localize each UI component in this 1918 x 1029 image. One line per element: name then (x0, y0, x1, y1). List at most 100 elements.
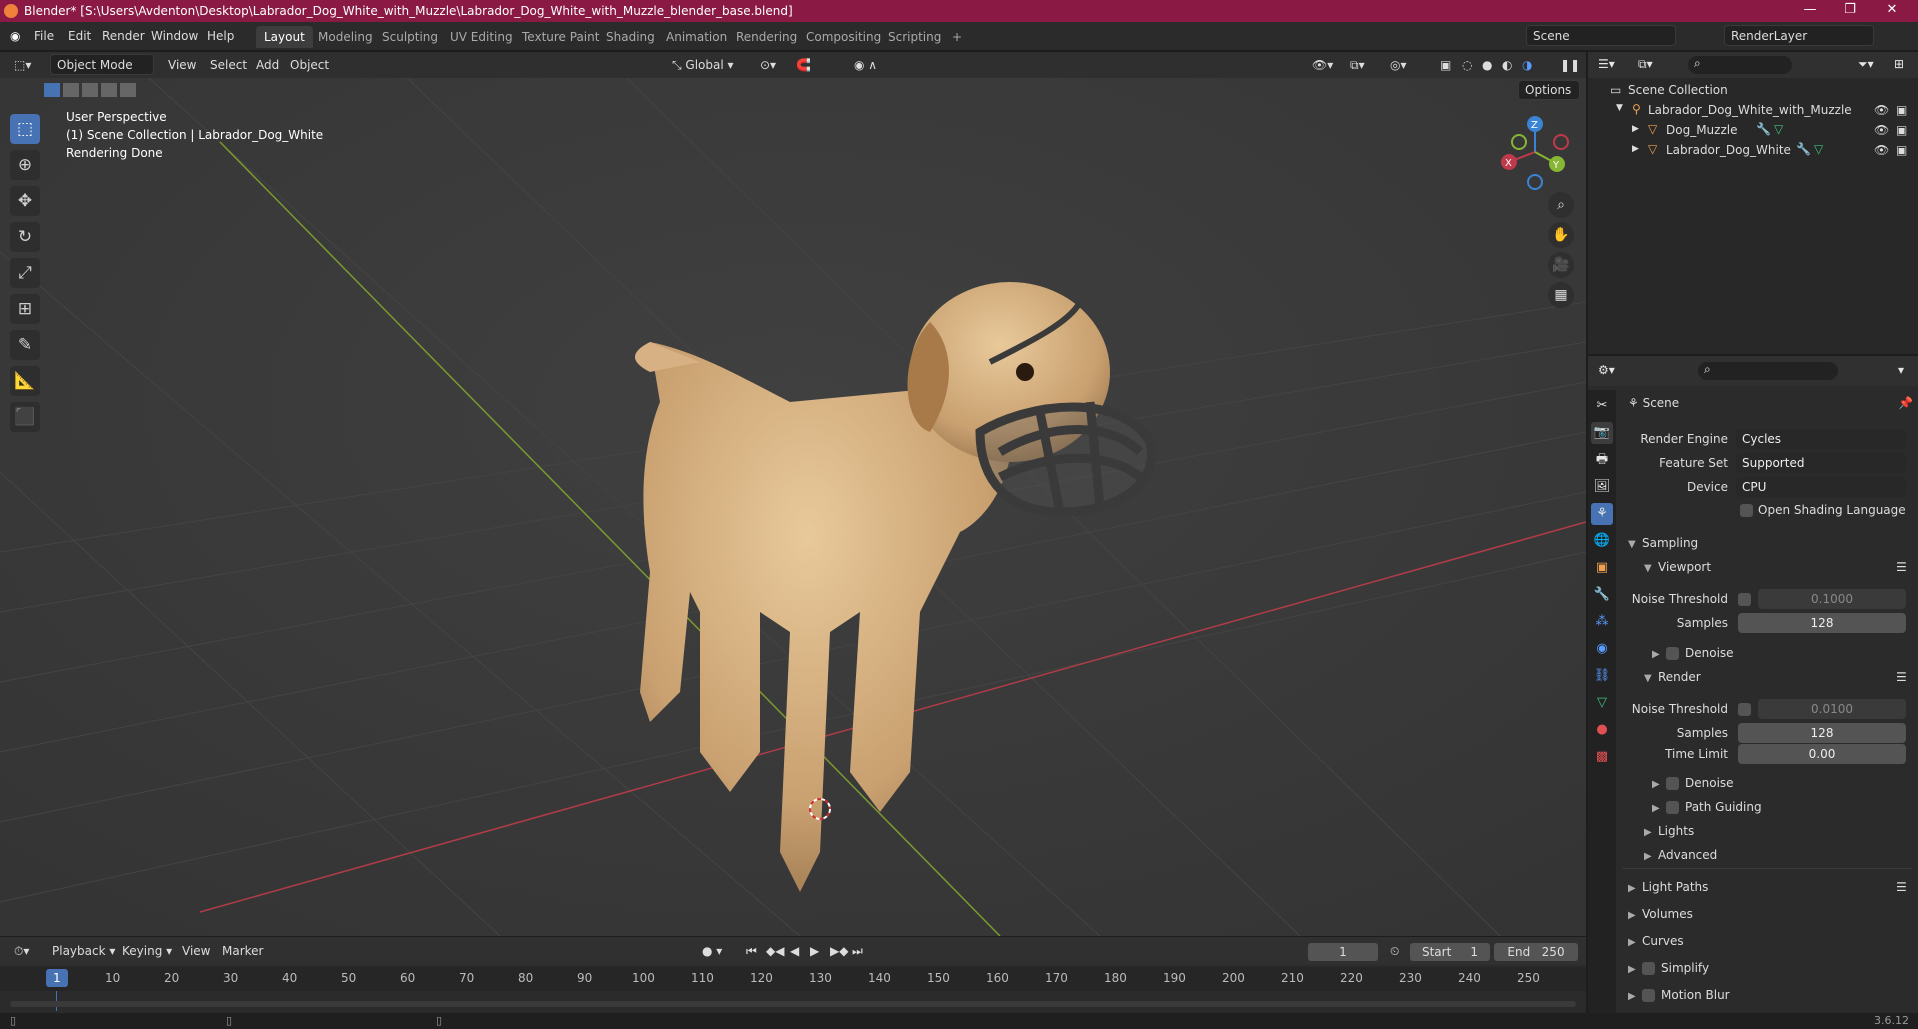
select-intersect-icon[interactable] (120, 83, 136, 97)
sampling-panel-header[interactable]: ▼ Sampling (1628, 536, 1698, 550)
menu-render[interactable]: Render (102, 29, 145, 43)
filter-icon[interactable]: ⏷▾ (1858, 57, 1874, 72)
device-dropdown[interactable]: CPU (1736, 477, 1906, 497)
expand-down-icon[interactable]: ▼ (1616, 103, 1623, 113)
select-box-tool-icon[interactable]: ⬚ (10, 114, 40, 144)
advanced-subpanel[interactable]: ▶ Advanced (1644, 848, 1717, 862)
blender-menu-icon[interactable]: ◉ (10, 29, 20, 43)
path-guiding-checkbox[interactable] (1666, 801, 1679, 814)
mesh-data-icon[interactable]: ▽ (1774, 122, 1783, 136)
r-samples-field[interactable]: 128 (1738, 723, 1906, 743)
select-new-icon[interactable] (44, 83, 60, 97)
pivot-icon[interactable]: ⊙▾ (760, 58, 776, 72)
overlays-icon[interactable]: ◎▾ (1390, 58, 1407, 72)
modifier-wrench-icon[interactable]: 🔧 (1796, 142, 1811, 156)
presets-list-icon[interactable]: ☰ (1896, 670, 1907, 684)
vp-noise-threshold-checkbox[interactable] (1738, 593, 1751, 606)
snap-icon[interactable]: 🧲 (796, 58, 811, 72)
move-tool-icon[interactable]: ✥ (10, 186, 40, 216)
particles-tab-icon[interactable]: ⁂ (1591, 611, 1613, 633)
properties-editor-type-icon[interactable]: ⚙▾ (1598, 363, 1615, 377)
camera-render-icon[interactable]: ▣ (1896, 123, 1907, 137)
world-tab-icon[interactable]: 🌐 (1591, 530, 1613, 552)
scene-tab-icon[interactable]: ⚘ (1591, 503, 1613, 525)
light-paths-panel[interactable]: ▶ Light Paths (1628, 880, 1708, 894)
tab-compositing[interactable]: Compositing (798, 26, 889, 48)
transform-orientation-dropdown[interactable]: ⤡ Global ▾ (672, 58, 734, 73)
tab-uv-editing[interactable]: UV Editing (442, 26, 521, 48)
render-subpanel-header[interactable]: ▼ Render (1644, 670, 1701, 684)
path-guiding-subpanel[interactable]: ▶ Path Guiding (1652, 800, 1762, 814)
camera-render-icon[interactable]: ▣ (1896, 143, 1907, 157)
navigation-gizmo[interactable]: Z X Y (1495, 112, 1575, 192)
shading-rendered-icon[interactable]: ◑ (1522, 58, 1532, 72)
scale-tool-icon[interactable]: ⤢ (10, 258, 40, 288)
data-tab-icon[interactable]: ▽ (1591, 692, 1613, 714)
constraints-tab-icon[interactable]: ⛓ (1591, 665, 1613, 687)
tab-modeling[interactable]: Modeling (310, 26, 381, 48)
pin-icon[interactable]: 📌 (1898, 396, 1913, 410)
render-layer-selector[interactable]: RenderLayer (1724, 25, 1874, 46)
curves-panel[interactable]: ▶ Curves (1628, 934, 1684, 948)
select-subtract-icon[interactable] (82, 83, 98, 97)
modifiers-tab-icon[interactable]: 🔧 (1591, 584, 1613, 606)
outliner-editor-type-icon[interactable]: ☰▾ (1598, 57, 1615, 71)
menu-view[interactable]: View (168, 58, 196, 72)
menu-help[interactable]: Help (207, 29, 234, 43)
shading-solid-icon[interactable]: ● (1482, 58, 1492, 72)
menu-edit[interactable]: Edit (68, 29, 91, 43)
properties-search-input[interactable]: ⌕ (1698, 362, 1838, 380)
pause-render-icon[interactable]: ❚❚ (1560, 58, 1580, 72)
tab-sculpting[interactable]: Sculpting (374, 26, 446, 48)
vp-noise-threshold-field[interactable]: 0.1000 (1758, 589, 1906, 609)
expand-right-icon[interactable]: ▶ (1632, 124, 1639, 134)
restore-button[interactable]: ❐ (1830, 0, 1870, 22)
modifier-wrench-icon[interactable]: 🔧 (1756, 122, 1771, 136)
zoom-icon[interactable]: ⌕ (1548, 192, 1574, 218)
proportional-edit-icon[interactable]: ◉ ∧ (854, 58, 877, 72)
new-collection-icon[interactable]: ⊞ (1894, 57, 1904, 71)
shading-wireframe-icon[interactable]: ◌ (1462, 58, 1472, 72)
pan-hand-icon[interactable]: ✋ (1548, 222, 1574, 248)
tab-scripting[interactable]: Scripting (880, 26, 949, 48)
presets-list-icon[interactable]: ☰ (1896, 880, 1907, 894)
mesh-data-icon[interactable]: ▽ (1814, 142, 1823, 156)
menu-marker[interactable]: Marker (222, 944, 263, 958)
feature-set-dropdown[interactable]: Supported (1736, 453, 1906, 473)
timeline-scrollbar[interactable] (10, 1001, 1576, 1007)
frame-ruler[interactable]: 1 10 20 30 40 50 60 70 80 90 100 110 120… (0, 967, 1586, 991)
menu-playback[interactable]: Playback ▾ (52, 944, 115, 958)
r-noise-threshold-field[interactable]: 0.0100 (1758, 699, 1906, 719)
vp-denoise-subpanel[interactable]: ▶ Denoise (1652, 646, 1734, 660)
menu-keying[interactable]: Keying ▾ (122, 944, 172, 958)
r-denoise-checkbox[interactable] (1666, 777, 1679, 790)
current-frame-field[interactable]: 1 (1308, 943, 1378, 961)
properties-options-icon[interactable]: ▾ (1898, 363, 1904, 377)
outliner-row-collection[interactable]: ▼ ⚲ Labrador_Dog_White_with_Muzzle 👁 ▣ (1588, 100, 1918, 120)
shading-material-icon[interactable]: ◐ (1502, 58, 1512, 72)
record-icon[interactable]: ● ▾ (702, 944, 722, 958)
scene-selector[interactable]: Scene (1526, 25, 1676, 46)
prev-keyframe-icon[interactable]: ◆◀ (766, 944, 784, 958)
eye-icon[interactable]: 👁 (1874, 103, 1889, 117)
jump-end-icon[interactable]: ⏭ (852, 944, 863, 959)
eye-icon[interactable]: 👁 (1874, 143, 1889, 157)
editor-type-icon[interactable]: ⬚▾ (14, 58, 31, 72)
osl-checkbox[interactable] (1740, 504, 1753, 517)
menu-select[interactable]: Select (210, 58, 247, 72)
render-engine-dropdown[interactable]: Cycles (1736, 429, 1906, 449)
tab-shading[interactable]: Shading (598, 26, 663, 48)
add-cube-tool-icon[interactable]: ⬛ (10, 402, 40, 432)
jump-start-icon[interactable]: ⏮ (746, 944, 757, 959)
end-frame-field[interactable]: End 250 (1494, 943, 1578, 961)
menu-window[interactable]: Window (151, 29, 198, 43)
expand-right-icon[interactable]: ▶ (1632, 144, 1639, 154)
outliner-row-labrador[interactable]: ▶ ▽ Labrador_Dog_White 🔧 ▽ 👁 ▣ (1588, 140, 1918, 160)
tab-animation[interactable]: Animation (658, 26, 735, 48)
outliner-row-scene-collection[interactable]: ▭ Scene Collection (1588, 80, 1918, 100)
motion-blur-checkbox[interactable] (1642, 989, 1655, 1002)
camera-render-icon[interactable]: ▣ (1896, 103, 1907, 117)
vp-samples-field[interactable]: 128 (1738, 613, 1906, 633)
play-reverse-icon[interactable]: ◀ (790, 944, 799, 958)
select-invert-icon[interactable] (101, 83, 117, 97)
